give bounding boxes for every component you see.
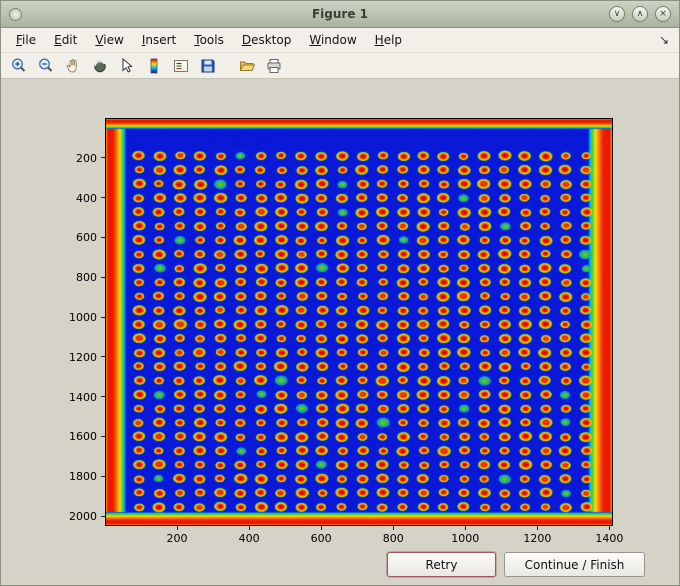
x-tick-label: 1400 — [595, 532, 624, 545]
window-menu-icon[interactable] — [9, 7, 22, 21]
menubar: File Edit View Insert Tools Desktop Window Help… — [1, 28, 679, 53]
y-tick-mark — [101, 356, 105, 358]
print-figure-button[interactable] — [262, 54, 286, 78]
toolbar-separator — [223, 55, 232, 77]
x-tick-label: 200 — [166, 532, 188, 545]
y-tick-mark — [101, 276, 105, 278]
figure-toolbar — [1, 53, 679, 79]
pan-button[interactable] — [61, 54, 85, 78]
y-tick-mark — [101, 197, 105, 199]
y-tick-mark — [101, 435, 105, 437]
zoom-out-icon — [39, 58, 53, 72]
menu-items: File Edit View Insert Tools Desktop Window Help — [7, 30, 411, 50]
axes-frame — [105, 118, 613, 526]
save-figure-button[interactable] — [196, 54, 220, 78]
x-tick-mark — [536, 526, 538, 530]
y-tick-label: 600 — [76, 231, 97, 245]
y-tick-label: 400 — [76, 191, 97, 205]
x-tick-label: 1000 — [451, 532, 480, 545]
maximize-button[interactable]: ∧ — [632, 6, 648, 22]
y-tick-label: 1600 — [69, 430, 97, 444]
printer-icon — [267, 58, 281, 73]
retry-button[interactable]: Retry — [387, 552, 496, 577]
menu-item-window[interactable]: Window — [300, 30, 365, 50]
menu-item-edit[interactable]: Edit — [45, 30, 86, 50]
y-tick-label: 1000 — [69, 311, 97, 325]
y-tick-mark — [101, 157, 105, 159]
x-tick-mark — [464, 526, 466, 530]
hand-icon — [66, 58, 77, 72]
data-cursor-icon — [122, 57, 133, 73]
data-cursor-button[interactable] — [115, 54, 139, 78]
rotate-3d-button[interactable] — [88, 54, 112, 78]
menu-item-desktop[interactable]: Desktop — [233, 30, 301, 50]
menu-item-tools[interactable]: Tools — [185, 30, 233, 50]
x-tick-mark — [392, 526, 394, 530]
x-tick-mark — [608, 526, 610, 530]
open-folder-icon — [239, 61, 256, 71]
menu-item-help[interactable]: Help — [366, 30, 411, 50]
y-tick-label: 2000 — [69, 510, 97, 524]
titlebar[interactable]: Figure 1 ∨ ∧ × — [1, 1, 679, 28]
x-tick-mark — [320, 526, 322, 530]
insert-colorbar-button[interactable] — [142, 54, 166, 78]
figure-window: Figure 1 ∨ ∧ × File Edit View Insert Tools De… — [0, 0, 680, 586]
menu-item-file[interactable]: File — [7, 30, 45, 50]
x-tick-mark — [248, 526, 250, 530]
y-tick-label: 1400 — [69, 390, 97, 404]
rotate-3d-icon — [94, 60, 106, 72]
x-tick-label: 1200 — [523, 532, 552, 545]
zoom-in-button[interactable] — [7, 54, 31, 78]
window-title: Figure 1 — [311, 7, 369, 21]
close-button[interactable]: × — [655, 6, 671, 22]
shade-button[interactable]: ∨ — [609, 6, 625, 22]
x-tick-label: 400 — [238, 532, 260, 545]
y-tick-mark — [101, 236, 105, 238]
menu-item-insert[interactable]: Insert — [133, 30, 185, 50]
zoom-in-icon — [12, 58, 26, 72]
plate-image[interactable] — [106, 119, 612, 525]
y-tick-label: 200 — [76, 151, 97, 165]
window-controls: ∨ ∧ × — [609, 6, 679, 22]
y-tick-mark — [101, 396, 105, 398]
y-tick-mark — [101, 475, 105, 477]
open-file-button[interactable] — [235, 54, 259, 78]
colorbar-icon — [150, 58, 158, 73]
save-icon — [201, 59, 215, 72]
y-tick-mark — [101, 515, 105, 517]
continue-finish-button[interactable]: Continue / Finish — [504, 552, 645, 577]
menu-item-view[interactable]: View — [86, 30, 132, 50]
dock-figure-icon[interactable]: ↘ — [659, 33, 679, 47]
x-tick-label: 600 — [310, 532, 332, 545]
figure-background: Retry Continue / Finish 200 400 600 800 1000… — [1, 79, 679, 585]
x-tick-mark — [176, 526, 178, 530]
y-tick-label: 800 — [76, 271, 97, 285]
insert-legend-button[interactable] — [169, 54, 193, 78]
zoom-out-button[interactable] — [34, 54, 58, 78]
y-tick-mark — [101, 316, 105, 318]
y-tick-label: 1800 — [69, 470, 97, 484]
legend-icon — [174, 59, 188, 72]
y-tick-label: 1200 — [69, 350, 97, 364]
x-tick-label: 800 — [382, 532, 404, 545]
